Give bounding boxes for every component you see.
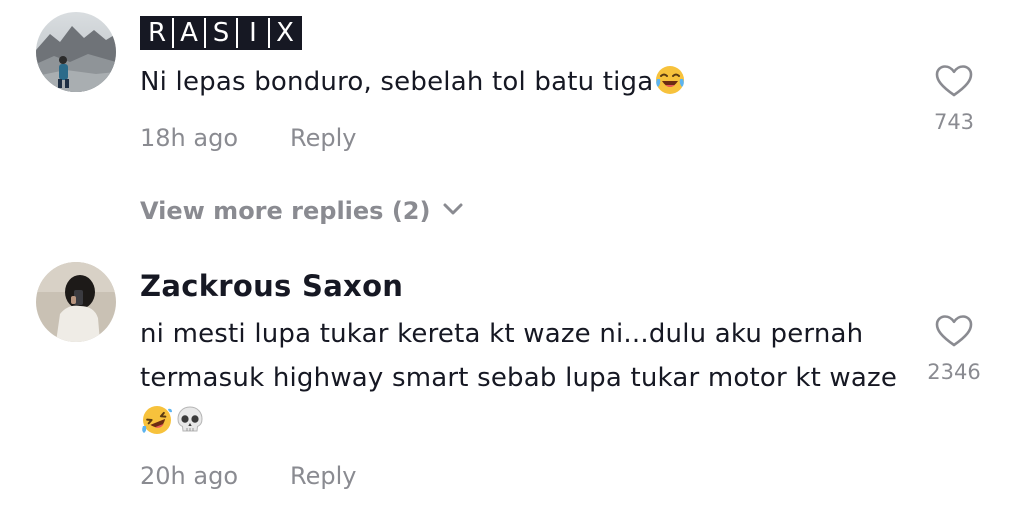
chevron-down-icon: [443, 203, 463, 215]
comment-meta: 18h ago Reply: [140, 123, 356, 153]
like-count: 2346: [927, 360, 981, 384]
username-letter: X: [276, 18, 294, 48]
skull-icon: [177, 406, 203, 432]
comment-meta: 20h ago Reply: [140, 461, 356, 491]
view-more-replies-label: View more replies (2): [140, 197, 431, 225]
username[interactable]: Zackrous Saxon: [140, 268, 403, 304]
reply-button[interactable]: Reply: [290, 462, 356, 490]
comment-item: Zackrous Saxon ni mesti lupa tukar keret…: [0, 240, 1020, 516]
view-more-replies-button[interactable]: View more replies (2): [140, 196, 464, 226]
like-area: 743: [914, 64, 994, 134]
avatar[interactable]: [36, 12, 116, 92]
comment-text-content: Ni lepas bonduro, sebelah tol batu tiga: [140, 67, 654, 97]
username-letter: R: [142, 18, 174, 48]
comment-text: Ni lepas bonduro, sebelah tol batu tiga: [140, 60, 910, 104]
comment-timestamp: 18h ago: [140, 124, 239, 152]
face-with-tears-of-joy-icon: [656, 66, 685, 94]
comment-text: ni mesti lupa tukar kereta kt waze ni...…: [140, 312, 910, 444]
username-letter: I: [238, 18, 270, 48]
comment-item: RASIX Ni lepas bonduro, sebelah tol batu…: [0, 0, 1020, 240]
avatar[interactable]: [36, 262, 116, 342]
username-boxed-letters[interactable]: RASIX: [140, 16, 302, 50]
username-letter: A: [174, 18, 206, 48]
username-letter: S: [206, 18, 238, 48]
reply-button[interactable]: Reply: [290, 124, 356, 152]
heart-icon[interactable]: [935, 64, 973, 98]
heart-icon[interactable]: [935, 314, 973, 348]
comment-text-content: ni mesti lupa tukar kereta kt waze ni...…: [140, 319, 898, 393]
username[interactable]: RASIX: [140, 16, 302, 50]
like-area: 2346: [914, 314, 994, 384]
like-count: 743: [933, 110, 975, 134]
username-text[interactable]: Zackrous Saxon: [140, 269, 403, 303]
comment-timestamp: 20h ago: [140, 462, 239, 490]
rolling-on-floor-laughing-icon: [142, 406, 172, 434]
